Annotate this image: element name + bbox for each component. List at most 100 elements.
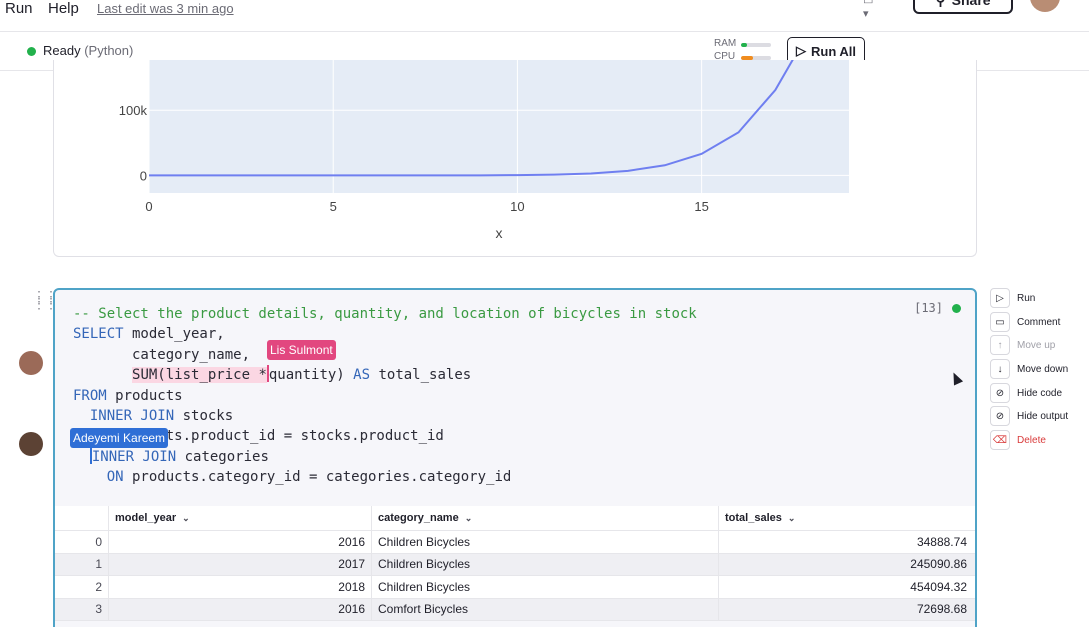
code-editor[interactable]: -- Select the product details, quantity,… (73, 304, 697, 488)
action-label: Hide output (1017, 410, 1069, 422)
line-chart: 0 5 10 15 0 100k x (119, 60, 849, 241)
code-token: total_sales (370, 367, 472, 384)
chart-output-cell: 0 5 10 15 0 100k x (53, 60, 977, 257)
table-cell-total-sales: 34888.74 (916, 534, 967, 549)
collaborator-tag-lis: Lis Sulmont (267, 340, 336, 360)
action-label: Move down (1017, 363, 1069, 375)
action-label: Delete (1017, 434, 1046, 446)
play-icon: ▷ (990, 288, 1010, 308)
table-cell-total-sales: 245090.86 (910, 557, 967, 572)
notebook-icon[interactable]: ▭ ▾ (863, 0, 881, 20)
result-table: model_year ⌄ category_name ⌄ total_sales ⌄ … (55, 506, 975, 621)
action-label: Move up (1017, 339, 1056, 351)
code-line: SELECT model_year, (73, 324, 697, 344)
cell-success-icon (952, 304, 961, 313)
user-plus-icon: ⚲ (935, 0, 945, 9)
sql-keyword: INNER JOIN (91, 448, 177, 465)
sql-code-cell[interactable]: [13] -- Select the product details, quan… (53, 288, 977, 627)
table-cell-model-year: 2016 (109, 531, 372, 553)
y-tick-label: 100k (119, 103, 148, 118)
sql-keyword: ON (106, 469, 124, 486)
code-token: SUM(list_price * (132, 367, 267, 384)
action-label: Hide code (1017, 387, 1063, 399)
table-header: model_year ⌄ category_name ⌄ total_sales ⌄ (55, 506, 975, 531)
action-label: Comment (1017, 316, 1061, 328)
trash-icon: ⌫ (990, 430, 1010, 450)
column-header-model-year[interactable]: model_year ⌄ (109, 506, 372, 530)
code-line: ON products.category_id = categories.cat… (73, 467, 697, 487)
column-header-category-name[interactable]: category_name ⌄ (372, 506, 719, 530)
table-cell-idx: 0 (55, 531, 109, 553)
action-label: Run (1017, 292, 1036, 304)
code-line: SUM(list_price * quantity) AS total_sales (73, 365, 697, 385)
execution-count: [13] (914, 301, 943, 315)
chevron-down-icon[interactable]: ⌄ (465, 513, 473, 524)
code-token: products.category_id = categories.catego… (123, 469, 512, 486)
sql-keyword: SELECT (73, 326, 124, 343)
ram-usage-bar (741, 43, 771, 47)
table-row[interactable]: 0 2016 Children Bicycles 34888.74 (55, 531, 975, 554)
code-line: FROM products (73, 386, 697, 406)
y-tick-label: 0 (140, 168, 147, 183)
code-token: categories (176, 448, 269, 465)
action-comment[interactable]: ▭ Comment (990, 312, 1089, 332)
table-body: 0 2016 Children Bicycles 34888.74 1 2017 Child… (55, 531, 975, 621)
sql-keyword: AS (353, 367, 371, 384)
user-avatar[interactable] (1030, 0, 1060, 12)
kernel-language: (Python) (84, 43, 134, 58)
share-label: Share (951, 0, 991, 8)
column-label: model_year (115, 512, 177, 524)
index-header (55, 506, 109, 530)
x-tick-label: 15 (694, 199, 708, 214)
ready-status-icon (27, 47, 36, 56)
arrow-down-icon: ↓ (990, 359, 1010, 379)
comment-icon: ▭ (990, 312, 1010, 332)
action-move-down[interactable]: ↓ Move down (990, 359, 1089, 379)
menu-run[interactable]: Run (5, 0, 33, 17)
play-icon: ▷ (795, 43, 806, 58)
collaborator-tag-adeyemi: Adeyemi Kareem (70, 428, 169, 448)
action-hide-code[interactable]: ⊘ Hide code (990, 383, 1089, 403)
code-line: INNER JOIN stocks (73, 406, 697, 426)
action-move-up[interactable]: ↑ Move up (990, 335, 1089, 355)
table-row[interactable]: 2 2018 Children Bicycles 454094.32 (55, 576, 975, 599)
table-cell-idx: 1 (55, 553, 109, 575)
code-token: category_name, (73, 346, 259, 363)
column-label: category_name (378, 512, 459, 524)
sql-keyword: FROM (73, 387, 107, 404)
action-hide-output[interactable]: ⊘ Hide output (990, 406, 1089, 426)
code-token: quantity) (268, 367, 354, 384)
ram-label: RAM (714, 38, 737, 49)
column-header-total-sales[interactable]: total_sales ⌄ (719, 506, 975, 530)
code-token: products (106, 387, 183, 404)
action-delete[interactable]: ⌫ Delete (990, 430, 1089, 450)
share-button[interactable]: ⚲ Share (913, 0, 1013, 14)
table-row[interactable]: 3 2016 Comfort Bicycles 72698.68 (55, 598, 975, 621)
table-cell-category-name: Children Bicycles (372, 531, 719, 553)
menu-help[interactable]: Help (48, 0, 79, 17)
chevron-down-icon[interactable]: ⌄ (788, 513, 796, 524)
table-cell-category-name: Children Bicycles (372, 553, 719, 575)
sql-comment: -- Select the product details, quantity,… (73, 306, 697, 322)
table-cell-idx: 3 (55, 598, 109, 620)
table-cell-model-year: 2018 (109, 576, 372, 598)
last-edit-link[interactable]: Last edit was 3 min ago (97, 1, 234, 16)
code-token: stocks (174, 408, 234, 425)
menu-bar: Run Help Last edit was 3 min ago ▭ ▾ ⚲ S… (0, 0, 1089, 32)
sql-keyword: INNER JOIN (89, 408, 175, 425)
table-cell-category-name: Comfort Bicycles (372, 598, 719, 620)
x-tick-label: 0 (145, 199, 152, 214)
table-cell-model-year: 2016 (109, 598, 372, 620)
table-cell-category-name: Children Bicycles (372, 576, 719, 598)
action-run[interactable]: ▷ Run (990, 288, 1089, 308)
table-row[interactable]: 1 2017 Children Bicycles 245090.86 (55, 553, 975, 576)
collaborator-avatar-lis (19, 351, 43, 375)
drag-handle-icon[interactable]: ⋮⋮ ⋮⋮ (32, 289, 58, 310)
chevron-down-icon[interactable]: ⌄ (182, 513, 190, 524)
table-cell-model-year: 2017 (109, 553, 372, 575)
collaborator-avatar-adeyemi (19, 432, 43, 456)
x-axis-label: x (496, 225, 503, 241)
